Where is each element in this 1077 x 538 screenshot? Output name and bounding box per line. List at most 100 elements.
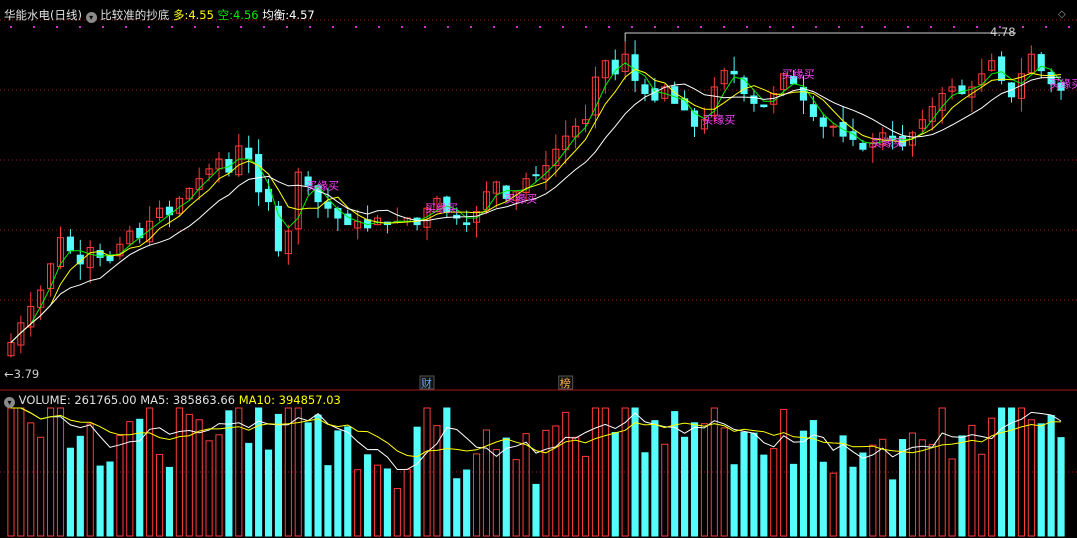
marker-dot: [332, 26, 334, 28]
volume-bar: [324, 465, 332, 537]
candle-body: [334, 207, 342, 219]
candle-body: [819, 117, 827, 127]
indicator-menu-icon[interactable]: ▾: [85, 12, 97, 23]
marker-dot: [355, 26, 357, 28]
candle-body: [809, 104, 817, 117]
marker-dot: [401, 26, 403, 28]
volume-bar: [264, 449, 273, 537]
candle-body: [998, 56, 1006, 81]
candle-body: [532, 174, 540, 177]
candle-body: [255, 153, 263, 193]
volume-bar: [225, 410, 233, 537]
ma-mid-line: [10, 68, 1062, 343]
volume-bar: [403, 468, 411, 537]
stock-name[interactable]: 华能水电(日线): [4, 8, 82, 22]
volume-bar: [512, 459, 520, 537]
marker-dot: [1045, 26, 1047, 28]
marker-dot: [493, 26, 495, 28]
candle-body: [641, 84, 649, 95]
volume-bar: [364, 454, 372, 537]
volume-bar: [958, 435, 966, 537]
marker-dot: [10, 26, 12, 28]
marker-dot: [792, 26, 794, 28]
marker-dot: [148, 26, 150, 28]
short-label: 空:: [217, 8, 233, 22]
volume-bar: [1027, 419, 1035, 537]
marker-dot: [769, 26, 771, 28]
volume-bar: [383, 468, 391, 537]
marker-dot: [240, 26, 242, 28]
marker-dot: [861, 26, 863, 28]
candle-body: [859, 142, 867, 150]
volume-bar: [393, 488, 401, 537]
low-arrow-icon: ←: [4, 367, 14, 381]
volume-menu-icon[interactable]: ▾: [4, 397, 15, 408]
price-header: 华能水电(日线) ▾ 比较准的抄底 多:4.55 空:4.56 均衡:4.57: [4, 8, 315, 23]
volume-bar: [869, 444, 877, 537]
marker-dot: [447, 26, 449, 28]
candle-body: [225, 159, 233, 173]
volume-bar: [185, 413, 193, 537]
volume-bar: [334, 430, 342, 537]
marker-dot: [930, 26, 932, 28]
volume-bar: [472, 453, 481, 537]
candle-body: [760, 104, 768, 108]
low-price-marker: ←3.79: [4, 367, 40, 381]
volume-bar: [918, 439, 926, 537]
volume-bar: [839, 435, 847, 537]
volume-bar: [651, 420, 659, 537]
marker-dot: [907, 26, 909, 28]
marker-dot: [33, 26, 35, 28]
ma5-label: MA5:: [140, 393, 170, 407]
marker-dot: [125, 26, 127, 28]
marker-dot: [815, 26, 817, 28]
buy-signal-label: 买缘买: [306, 179, 339, 192]
short-value: 4.56: [232, 8, 259, 22]
volume-bar: [621, 407, 629, 537]
volume-bar: [601, 407, 609, 537]
buy-signal-label: 买缘买: [702, 114, 735, 127]
candle-body: [611, 59, 619, 75]
volume-bar: [700, 423, 708, 537]
volume-bar: [116, 435, 124, 537]
candle-body: [740, 77, 748, 95]
marker-dot: [171, 26, 173, 28]
marker-dot: [1022, 26, 1024, 28]
event-marker-label: 榜: [560, 376, 571, 390]
buy-signal-label: 买缘买: [425, 202, 458, 215]
volume-bar: [542, 429, 550, 537]
balance-label: 均衡:: [262, 8, 290, 22]
marker-dot: [194, 26, 196, 28]
volume-bar: [136, 418, 144, 537]
volume-bar: [770, 448, 778, 537]
volume-bar: [354, 469, 362, 537]
volume-bar: [889, 479, 897, 537]
indicator-name[interactable]: 比较准的抄底: [100, 8, 169, 22]
volume-bar: [522, 433, 530, 537]
long-value: 4.55: [188, 8, 214, 22]
volume-bar: [86, 423, 94, 537]
buy-signal-label: 买缘买: [871, 137, 904, 150]
volume-bar: [562, 411, 570, 537]
volume-bar: [175, 407, 183, 537]
volume-bar: [948, 458, 956, 537]
settings-diamond-icon[interactable]: ◇: [1058, 8, 1066, 22]
volume-bar: [76, 435, 84, 537]
candle-body: [671, 86, 679, 104]
volume-header: ▾ VOLUME: 261765.00 MA5: 385863.66 MA10:…: [4, 393, 341, 408]
buy-signal-label: 买缘买: [1049, 78, 1077, 91]
volume-bar: [978, 453, 986, 537]
volume-bar: [146, 407, 154, 537]
volume-bar: [829, 472, 837, 537]
marker-dot: [884, 26, 886, 28]
marker-dot: [102, 26, 104, 28]
volume-bar: [799, 430, 808, 537]
volume-bar: [433, 425, 441, 537]
stock-chart: 买缘买买缘买买缘买买缘买买缘买买缘买买缘买财榜: [0, 19, 1077, 537]
marker-dot: [79, 26, 81, 28]
marker-dot: [654, 26, 656, 28]
high-price-marker: 4.78: [990, 25, 1016, 39]
volume-bar: [106, 461, 114, 537]
volume-bar: [968, 424, 976, 537]
ma10-label: MA10:: [238, 393, 275, 407]
